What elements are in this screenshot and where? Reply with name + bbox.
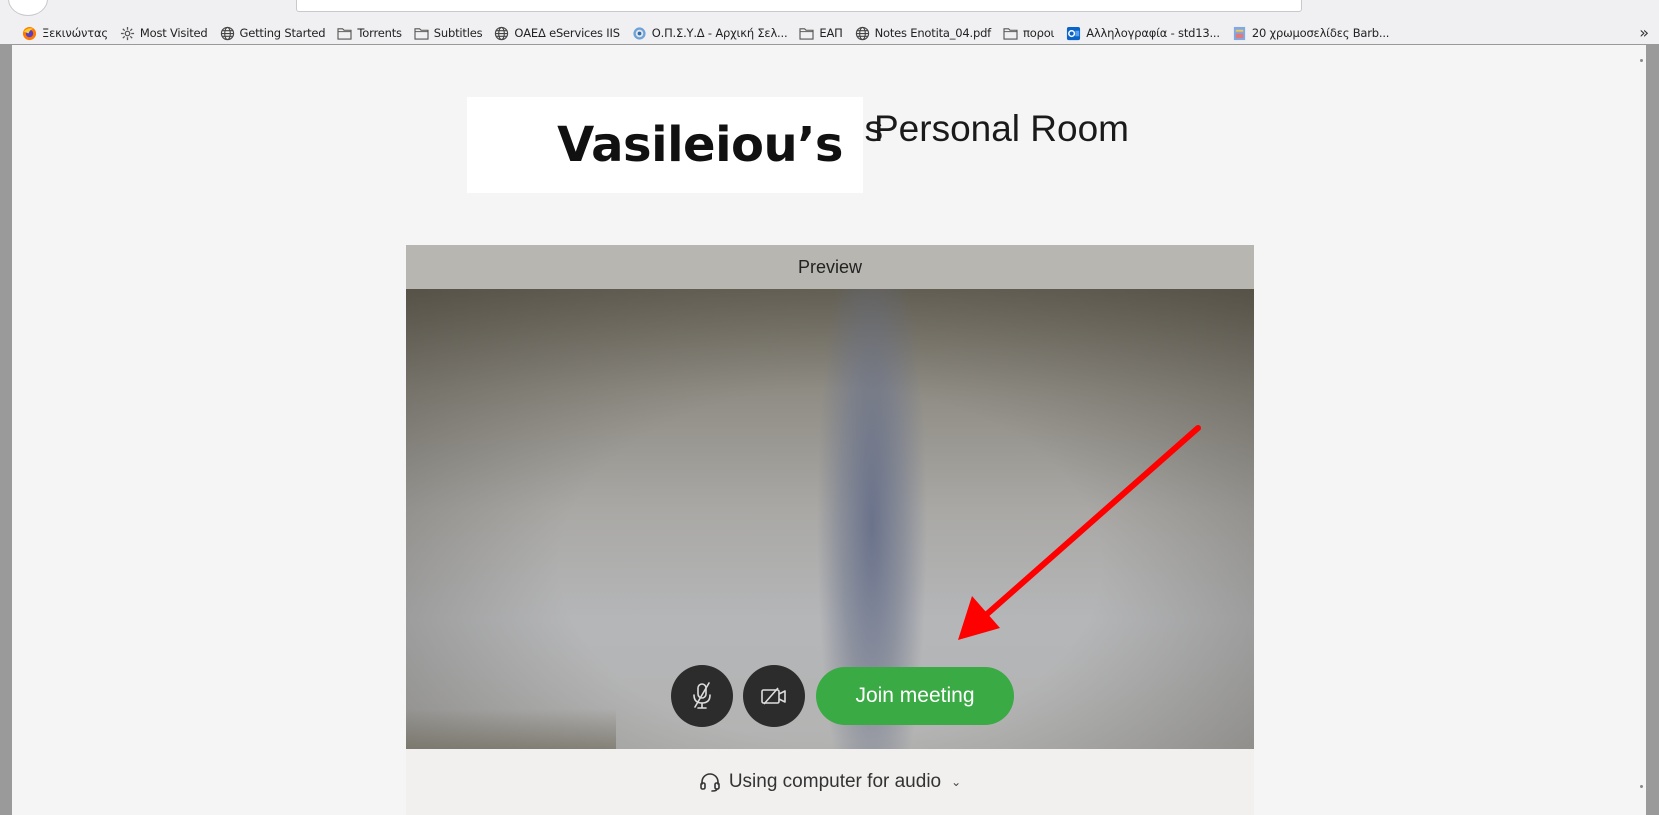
browser-chrome: Ξεκινώντας Most Visited Getting Started … (0, 0, 1659, 44)
video-camera-off-icon (761, 687, 786, 705)
page-icon (1232, 26, 1247, 41)
microphone-muted-icon (693, 682, 711, 709)
bookmark-label: ποροι (1023, 26, 1055, 40)
scroll-down-marker (1640, 785, 1643, 788)
scroll-up-marker (1640, 59, 1643, 62)
bookmark-label: Ξεκινώντας (42, 26, 108, 40)
bookmark-item[interactable]: ΕΑΠ (799, 26, 843, 41)
chevron-down-icon: ⌄ (951, 775, 962, 789)
bookmark-label: Ο.Π.Σ.Υ.Δ - Αρχική Σελ... (651, 26, 788, 40)
video-toggle-button[interactable] (743, 665, 805, 727)
bookmark-item[interactable]: Αλληλογραφία - std13... (1066, 26, 1220, 41)
audio-option[interactable]: Using computer for audio ⌄ (406, 749, 1254, 815)
bookmark-item[interactable]: ΟΑΕΔ eServices IIS (494, 26, 620, 41)
bookmark-label: Notes Enotita_04.pdf (874, 26, 992, 40)
bookmark-label: Αλληλογραφία - std13... (1086, 26, 1220, 40)
bookmark-item[interactable]: Ο.Π.Σ.Υ.Δ - Αρχική Σελ... (632, 26, 788, 41)
back-button[interactable] (8, 0, 48, 16)
meeting-controls: Join meeting (406, 663, 1254, 727)
firefox-icon (22, 26, 37, 41)
bookmark-label: ΟΑΕΔ eServices IIS (514, 26, 620, 40)
room-title: Personal Room (874, 108, 1130, 149)
bookmark-item[interactable]: Ξεκινώντας (22, 26, 108, 41)
bookmarks-overflow-button[interactable]: » (1639, 23, 1649, 42)
preview-panel: Preview Join meeting Using computer for … (406, 245, 1254, 815)
bookmark-item[interactable]: 20 χρωμοσελίδες Barb... (1232, 26, 1389, 41)
bookmark-label: Most Visited (139, 26, 208, 40)
bookmarks-toolbar: Ξεκινώντας Most Visited Getting Started … (0, 21, 1659, 45)
scrollbar[interactable] (1636, 45, 1646, 815)
folder-icon (1003, 26, 1018, 41)
folder-icon (337, 26, 352, 41)
bookmark-label: ΕΑΠ (819, 26, 843, 40)
bookmark-item[interactable]: Getting Started (220, 26, 326, 41)
globe-icon (855, 26, 870, 41)
bookmark-item[interactable]: Most Visited (120, 26, 208, 41)
globe-color-icon (632, 26, 647, 41)
mute-button[interactable] (671, 665, 733, 727)
preview-header: Preview (406, 245, 1254, 289)
globe-icon (220, 26, 235, 41)
gear-icon (120, 26, 135, 41)
screenshot-frame: Ξεκινώντας Most Visited Getting Started … (0, 0, 1659, 815)
bookmark-item[interactable]: Torrents (337, 26, 402, 41)
outlook-icon (1066, 26, 1081, 41)
address-bar[interactable] (296, 0, 1302, 12)
globe-icon (494, 26, 509, 41)
bookmark-label: Getting Started (239, 26, 326, 40)
bookmark-item[interactable]: ποροι (1003, 26, 1054, 41)
bookmark-label: 20 χρωμοσελίδες Barb... (1251, 26, 1390, 40)
bookmark-item[interactable]: Subtitles (414, 26, 483, 41)
join-meeting-button[interactable]: Join meeting (816, 667, 1014, 725)
bookmark-label: Subtitles (433, 26, 483, 40)
host-name: Vasileiou’s (557, 117, 843, 173)
headset-icon (700, 773, 720, 792)
redaction-overlay: Vasileiou’s (467, 97, 863, 193)
bookmark-label: Torrents (357, 26, 402, 40)
folder-icon (799, 26, 814, 41)
folder-icon (414, 26, 429, 41)
meeting-page: ’s Personal Room Vasileiou’s Preview Joi… (12, 45, 1646, 815)
bookmark-item[interactable]: Notes Enotita_04.pdf (855, 26, 991, 41)
audio-label: Using computer for audio (728, 771, 942, 792)
